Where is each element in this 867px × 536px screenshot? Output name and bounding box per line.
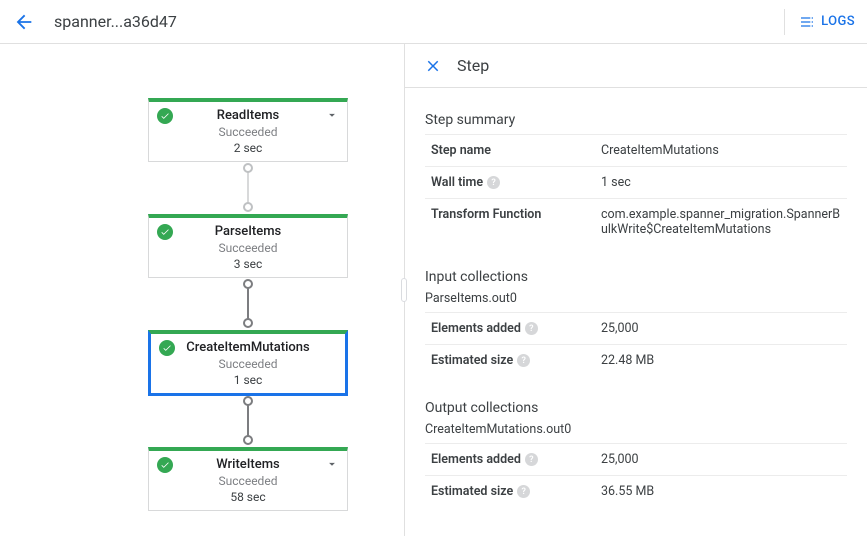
- success-icon: [157, 224, 173, 240]
- input-collection-name: ParseItems.out0: [425, 291, 847, 306]
- output-collection-name: CreateItemMutations.out0: [425, 422, 847, 437]
- detail-body: Step summary Step name CreateItemMutatio…: [405, 88, 867, 527]
- node-title: WriteItems: [149, 457, 347, 472]
- node-status: Succeeded: [149, 125, 347, 139]
- graph-node-readitems[interactable]: ReadItems Succeeded 2 sec: [148, 98, 348, 162]
- node-status: Succeeded: [151, 357, 345, 371]
- output-table: Elements added? 25,000 Estimated size? 3…: [425, 443, 847, 507]
- port-icon: [243, 202, 253, 212]
- port-icon: [243, 279, 253, 289]
- value-elements-added: 25,000: [601, 452, 639, 467]
- value-wall-time: 1 sec: [601, 175, 631, 190]
- port-icon: [243, 435, 253, 445]
- detail-title: Step: [457, 56, 489, 75]
- node-title: CreateItemMutations: [151, 340, 345, 355]
- value-transform-function: com.example.spanner_migration.SpannerBul…: [601, 207, 840, 237]
- logs-button[interactable]: LOGS: [799, 14, 855, 30]
- help-icon[interactable]: ?: [525, 453, 538, 466]
- value-elements-added: 25,000: [601, 321, 639, 336]
- label-estimated-size: Estimated size: [431, 353, 513, 368]
- job-title: spanner...a36d47: [54, 12, 177, 31]
- logs-label: LOGS: [821, 14, 855, 29]
- help-icon[interactable]: ?: [517, 485, 530, 498]
- success-icon: [159, 340, 175, 356]
- node-status: Succeeded: [149, 241, 347, 255]
- help-icon[interactable]: ?: [525, 322, 538, 335]
- node-time: 58 sec: [149, 490, 347, 504]
- graph-node-parseitems[interactable]: ParseItems Succeeded 3 sec: [148, 214, 348, 278]
- logs-icon: [799, 14, 815, 30]
- detail-pane: Step Step summary Step name CreateItemMu…: [405, 44, 867, 536]
- node-time: 1 sec: [151, 373, 345, 387]
- graph-node-createitemmutations[interactable]: CreateItemMutations Succeeded 1 sec: [148, 330, 348, 396]
- success-icon: [157, 457, 173, 473]
- separator: [784, 9, 785, 35]
- summary-table: Step name CreateItemMutations Wall time?…: [425, 134, 847, 245]
- label-elements-added: Elements added: [431, 452, 521, 467]
- node-time: 3 sec: [149, 257, 347, 271]
- label-elements-added: Elements added: [431, 321, 521, 336]
- table-row: Transform Function com.example.spanner_m…: [425, 199, 847, 246]
- help-icon[interactable]: ?: [517, 354, 530, 367]
- node-time: 2 sec: [149, 141, 347, 155]
- value-step-name: CreateItemMutations: [601, 143, 719, 158]
- top-bar: spanner...a36d47 LOGS: [0, 0, 867, 44]
- node-title: ReadItems: [149, 108, 347, 123]
- port-icon: [243, 396, 253, 406]
- help-icon[interactable]: ?: [487, 176, 500, 189]
- node-status: Succeeded: [149, 474, 347, 488]
- label-step-name: Step name: [431, 143, 491, 158]
- resize-handle[interactable]: [400, 275, 408, 305]
- table-row: Step name CreateItemMutations: [425, 135, 847, 167]
- pipeline-graph[interactable]: ReadItems Succeeded 2 sec ParseItems Suc…: [0, 44, 404, 536]
- label-estimated-size: Estimated size: [431, 484, 513, 499]
- label-wall-time: Wall time: [431, 175, 483, 190]
- section-heading-output: Output collections: [425, 400, 847, 416]
- graph-pane: ReadItems Succeeded 2 sec ParseItems Suc…: [0, 44, 405, 536]
- section-heading-summary: Step summary: [425, 112, 847, 128]
- close-icon: [424, 57, 442, 75]
- arrow-left-icon: [13, 11, 35, 33]
- port-icon: [243, 318, 253, 328]
- label-transform-function: Transform Function: [431, 207, 541, 222]
- back-button[interactable]: [8, 6, 40, 38]
- table-row: Estimated size? 22.48 MB: [425, 345, 847, 377]
- input-table: Elements added? 25,000 Estimated size? 2…: [425, 312, 847, 376]
- chevron-down-icon[interactable]: [325, 108, 339, 126]
- node-title: ParseItems: [149, 224, 347, 239]
- graph-node-writeitems[interactable]: WriteItems Succeeded 58 sec: [148, 447, 348, 511]
- value-estimated-size: 22.48 MB: [601, 353, 654, 368]
- section-heading-input: Input collections: [425, 269, 847, 285]
- chevron-down-icon[interactable]: [325, 457, 339, 475]
- main-area: ReadItems Succeeded 2 sec ParseItems Suc…: [0, 44, 867, 536]
- table-row: Estimated size? 36.55 MB: [425, 476, 847, 508]
- table-row: Elements added? 25,000: [425, 313, 847, 345]
- value-estimated-size: 36.55 MB: [601, 484, 654, 499]
- detail-header: Step: [405, 44, 867, 88]
- close-button[interactable]: [417, 50, 449, 82]
- success-icon: [157, 108, 173, 124]
- port-icon: [243, 163, 253, 173]
- table-row: Wall time? 1 sec: [425, 167, 847, 199]
- table-row: Elements added? 25,000: [425, 444, 847, 476]
